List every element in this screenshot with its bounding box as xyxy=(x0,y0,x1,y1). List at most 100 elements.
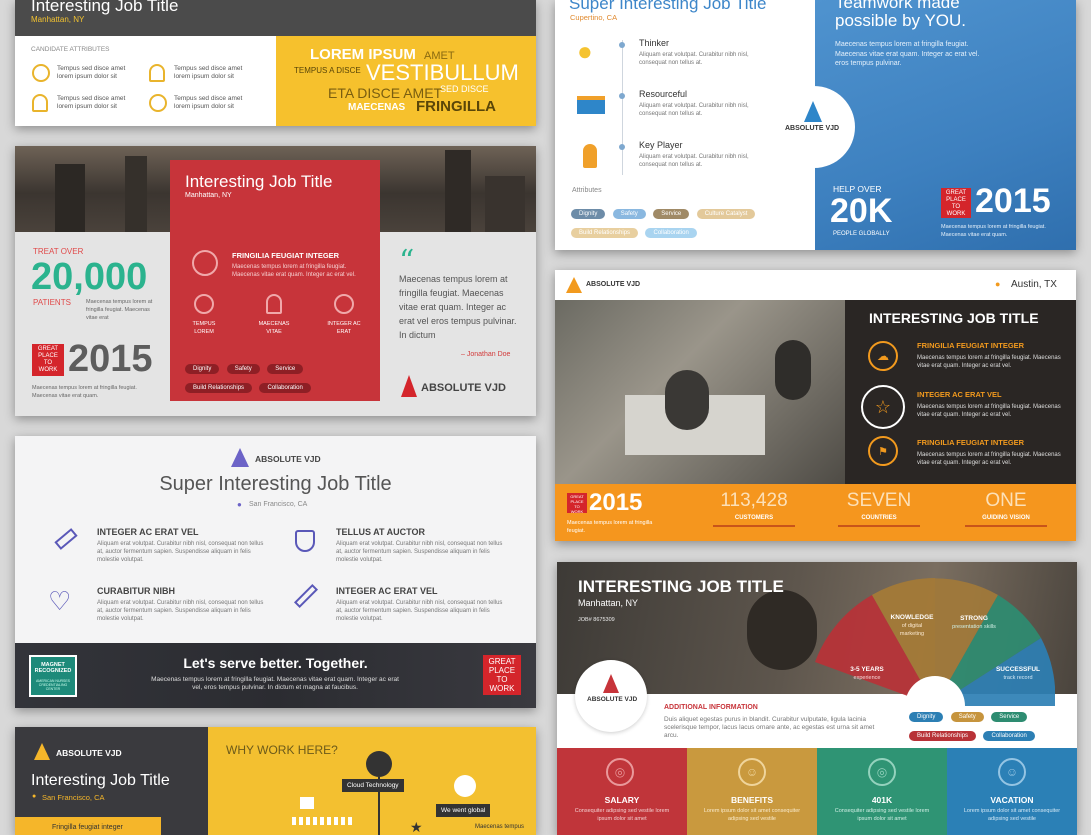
card-super-interesting[interactable]: ABSOLUTE VJD Super Interesting Job Title… xyxy=(15,436,536,708)
banner-text: Maecenas tempus lorem at fringilla feugi… xyxy=(151,676,399,691)
toolbox-icon xyxy=(577,96,605,114)
card-treat-patients[interactable]: Interesting Job Title Manhattan, NY FRIN… xyxy=(15,146,536,416)
timeline-dot xyxy=(619,144,625,150)
tile-text: Consequiter adipsing sed vestile lorem i… xyxy=(834,808,930,822)
card6-title: INTERESTING JOB TITLE xyxy=(869,310,1039,326)
chip-safety[interactable]: Safety xyxy=(226,364,260,374)
card2-location: Manhattan, NY xyxy=(185,192,232,199)
chip-service[interactable]: Service xyxy=(267,364,304,374)
tile-benefits[interactable]: ☺ BENEFITS Lorem ipsum dolor sit amet co… xyxy=(687,748,817,835)
gp-badge: GREAT PLACE TO WORK xyxy=(941,188,971,218)
feature-text: Aliquam erat volutpat. Curabitur nibh ni… xyxy=(336,600,503,622)
target-icon xyxy=(32,64,50,82)
card-teamwork[interactable]: Super Interesting Job Title Cupertino, C… xyxy=(555,0,1076,250)
tag-cloud: Cloud Technology xyxy=(342,779,404,792)
chip-dignity[interactable]: Dignity xyxy=(571,209,606,219)
icon-label: TEMPUS LOREM xyxy=(192,321,216,335)
chip-service[interactable]: Service xyxy=(991,712,1028,722)
card-why-work-here[interactable]: ABSOLUTE VJD Interesting Job Title ● San… xyxy=(15,727,536,835)
feature-heading: CURABITUR NIBH xyxy=(97,586,175,596)
wordcloud-word: FRINGILLA xyxy=(416,98,496,115)
trait-heading: Key Player xyxy=(639,140,683,150)
card2-title: Interesting Job Title xyxy=(185,172,333,191)
cloud-icon xyxy=(366,751,392,777)
attr-text: Tempus sed disce amet lorem ipsum dolor … xyxy=(57,95,126,110)
card-attributes-wordcloud[interactable]: Interesting Job Title Manhattan, NY CAND… xyxy=(15,0,536,126)
tile-vacation[interactable]: ☺ VACATION Lorem ipsum dolor sit amet co… xyxy=(947,748,1077,835)
trait-heading: Thinker xyxy=(639,38,670,48)
chip-row: Dignity Safety Service Build Relationshi… xyxy=(909,705,1071,743)
magnet-sub: AMERICAN NURSES CREDENTIALING CENTER xyxy=(35,679,71,691)
chip-build-relationships[interactable]: Build Relationships xyxy=(909,731,977,741)
trait-text: Aliquam erat volutpat. Curabitur nibh ni… xyxy=(639,103,749,117)
quote-author: – Jonathan Doe xyxy=(461,351,511,358)
quote-text: Maecenas tempus lorem at fringilla feugi… xyxy=(399,274,517,340)
feature-text: Aliquam erat volutpat. Curabitur nibh ni… xyxy=(97,541,264,563)
pin-icon: ● xyxy=(995,279,1001,289)
tile-salary[interactable]: ◎ SALARY Consequiter adipsing sed vestil… xyxy=(557,748,687,835)
item-text: Maecenas tempus lorem at fringilla feugi… xyxy=(917,355,1061,369)
stat-label: CUSTOMERS xyxy=(734,515,774,521)
item-heading: FRINGILIA FEUGIAT INTEGER xyxy=(917,438,1025,447)
card4-item-bar[interactable]: Fringilla feugiat integer xyxy=(15,817,161,835)
chip-collaboration[interactable]: Collaboration xyxy=(259,383,311,393)
red-panel: Interesting Job Title Manhattan, NY FRIN… xyxy=(170,160,380,401)
tile-401k[interactable]: ◎ 401K Consequiter adipsing sed vestile … xyxy=(817,748,947,835)
gp-badge: GREAT PLACE TO WORK xyxy=(567,493,587,514)
logo-icon xyxy=(603,674,619,693)
person-icon: ☺ xyxy=(738,758,766,786)
card-austin[interactable]: ABSOLUTE VJD ● Austin, TX INTERESTING JO… xyxy=(555,270,1076,541)
wheel-chart xyxy=(815,578,1055,709)
feature-text: Aliquam erat volutpat. Curabitur nibh ni… xyxy=(97,600,264,622)
chip-dignity[interactable]: Dignity xyxy=(185,364,220,374)
trait-text: Aliquam erat volutpat. Curabitur nibh ni… xyxy=(639,52,749,66)
person-icon xyxy=(266,294,282,314)
card2-year: 2015 xyxy=(68,338,153,380)
tile-heading: BENEFITS xyxy=(730,795,774,805)
card5-year: 2015 xyxy=(975,182,1051,220)
timeline-dot xyxy=(619,42,625,48)
stats-bar: GREAT PLACE TO WORK 2015 Maecenas tempus… xyxy=(555,484,1076,541)
attr-text: Tempus sed disce amet lorem ipsum dolor … xyxy=(57,65,126,80)
job-number: JOB# 8675309 xyxy=(578,617,615,623)
card4-title: Interesting Job Title xyxy=(31,772,170,789)
treat-label: TREAT OVER xyxy=(33,247,84,256)
key-icon xyxy=(583,144,597,168)
card7-title: INTERESTING JOB TITLE xyxy=(578,577,784,596)
chip-culture-catalyst[interactable]: Culture Catalyst xyxy=(696,209,756,219)
patients-label: PATIENTS xyxy=(33,298,71,307)
trait-heading: Resourceful xyxy=(639,89,688,99)
chip-collaboration[interactable]: Collaboration xyxy=(983,731,1035,741)
logo-icon xyxy=(566,277,582,293)
stat-value: ONE xyxy=(985,490,1027,511)
wordcloud-word: SED DISCE xyxy=(440,84,489,94)
feature-heading: INTEGER AC ERAT VEL xyxy=(97,527,199,537)
year-sub: Maecenas tempus lorem at fringilla feugi… xyxy=(941,224,1046,238)
timeline-dot xyxy=(619,93,625,99)
crutch-icon xyxy=(293,583,319,609)
tag-global: We went global xyxy=(436,804,491,817)
gp-badge: GREAT PLACE TO WORK xyxy=(32,344,64,376)
wheel-text: presentation skills xyxy=(952,624,996,630)
wordcloud-word: MAECENAS xyxy=(348,102,406,113)
item-text: Maecenas tempus lorem at fringilla feugi… xyxy=(917,452,1061,466)
chip-safety[interactable]: Safety xyxy=(612,209,646,219)
spark-plug-icon xyxy=(54,528,78,550)
target-icon xyxy=(149,94,167,112)
chip-dignity[interactable]: Dignity xyxy=(909,712,944,722)
gp-badge: GREAT PLACE TO WORK xyxy=(483,655,521,695)
chip-service[interactable]: Service xyxy=(653,209,690,219)
people-icon xyxy=(292,817,352,825)
card-wheel[interactable]: INTERESTING JOB TITLE Manhattan, NY JOB#… xyxy=(557,562,1077,835)
card1-attrs-heading: CANDIDATE ATTRIBUTES xyxy=(31,46,110,53)
chip-row: Dignity Safety Service Culture Catalyst … xyxy=(571,202,811,240)
chip-build-relationships[interactable]: Build Relationships xyxy=(185,383,253,393)
chip-collaboration[interactable]: Collaboration xyxy=(645,228,697,238)
logo-icon xyxy=(34,743,50,760)
dark-panel: INTERESTING JOB TITLE ☁ FRINGILIA FEUGIA… xyxy=(845,300,1076,484)
chip-safety[interactable]: Safety xyxy=(950,712,984,722)
chip-build-relationships[interactable]: Build Relationships xyxy=(571,228,639,238)
attrs-label: Attributes xyxy=(572,187,602,194)
year-sub: Maecenas tempus lorem at fringilla feugi… xyxy=(32,385,137,399)
heart-icon: ♡ xyxy=(48,586,72,616)
